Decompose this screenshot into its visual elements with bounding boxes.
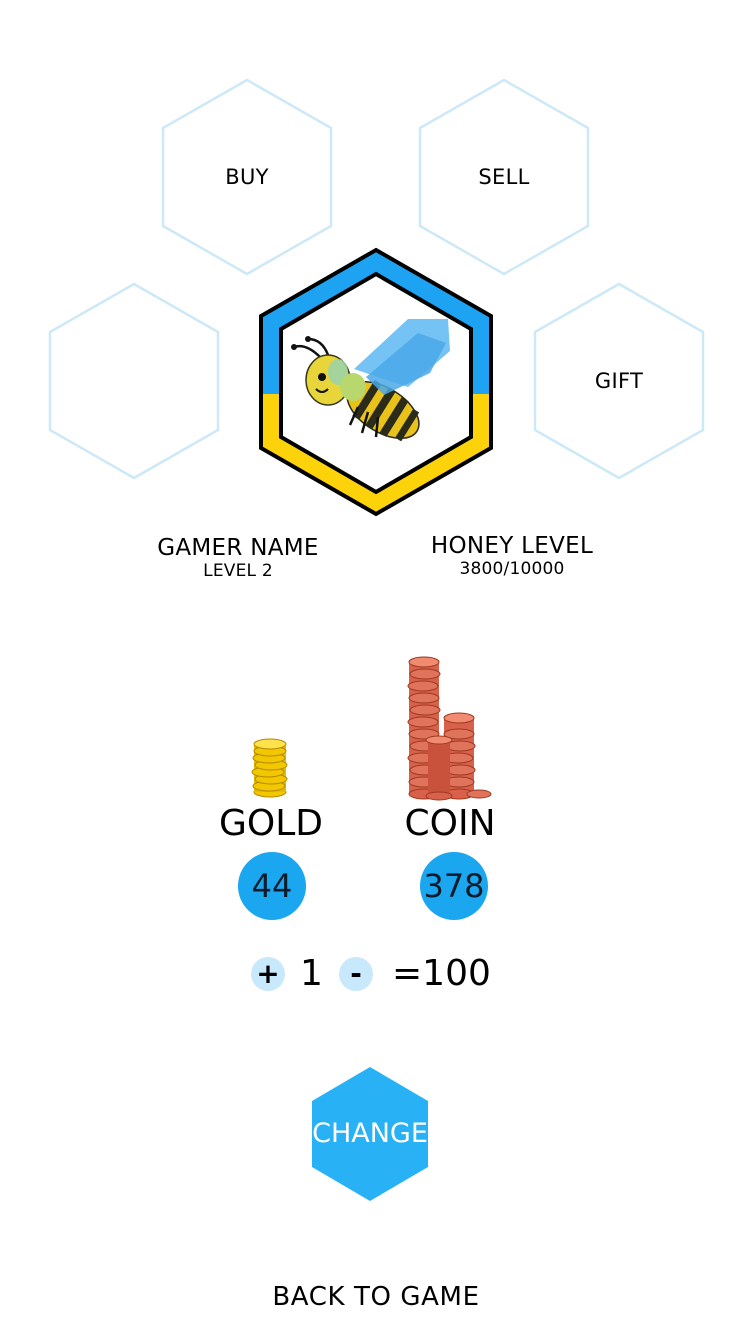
honey-info: HONEY LEVEL 3800/10000 [400, 533, 624, 579]
hexagon-outline [48, 282, 220, 480]
gift-button[interactable]: GIFT [532, 282, 706, 480]
copper-coins-icon [407, 656, 492, 801]
gold-coins-icon [251, 738, 288, 798]
sell-label: SELL [478, 165, 530, 189]
gold-count-badge: 44 [238, 852, 306, 920]
increase-button[interactable]: + [251, 957, 285, 991]
coin-count-badge: 378 [420, 852, 488, 920]
decrease-button[interactable]: - [339, 957, 373, 991]
player-avatar [258, 247, 494, 517]
bee-icon [291, 319, 450, 442]
change-label: CHANGE [312, 1118, 428, 1149]
buy-label: BUY [225, 165, 269, 189]
gamer-name: GAMER NAME [157, 535, 319, 561]
empty-slot-button[interactable] [47, 282, 221, 480]
exchange-quantity: 1 [300, 953, 323, 994]
gold-label: GOLD [218, 803, 323, 844]
exchange-result: =100 [392, 953, 491, 994]
gamer-info: GAMER NAME LEVEL 2 [128, 535, 348, 581]
player-level: LEVEL 2 [203, 561, 273, 581]
honey-level-value: 3800/10000 [459, 559, 565, 579]
coin-label: COIN [404, 803, 496, 844]
back-to-game-link[interactable]: BACK TO GAME [0, 1282, 752, 1312]
gift-label: GIFT [594, 369, 644, 393]
change-button[interactable]: CHANGE [310, 1066, 430, 1202]
honey-level-title: HONEY LEVEL [430, 533, 594, 559]
